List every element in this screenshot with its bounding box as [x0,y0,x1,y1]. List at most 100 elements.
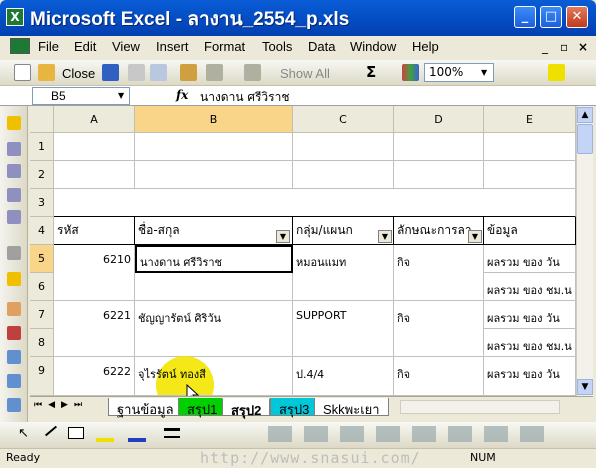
save-icon[interactable] [102,64,119,81]
cell-c1[interactable] [293,133,394,161]
menu-tools[interactable]: Tools [262,39,292,54]
menu-file[interactable]: File [38,39,59,54]
cell-name-2[interactable]: ชัญญารัตน์ ศิริวัน [135,301,293,357]
column-header-c[interactable]: C [293,106,394,133]
doc-close-button[interactable]: × [578,40,588,54]
print-icon[interactable] [128,64,145,81]
menu-format[interactable]: Format [204,39,245,54]
row-header-5[interactable]: 5 [30,245,54,273]
watch-window-icon[interactable] [7,374,21,388]
close-button[interactable]: Close [62,66,95,81]
column-header-b[interactable]: B [135,106,293,133]
format-painter-icon[interactable] [180,64,197,81]
clear-circles-icon[interactable] [7,350,21,364]
menu-view[interactable]: View [112,39,140,54]
print-preview-icon[interactable] [150,64,167,81]
row-header-6[interactable]: 6 [30,273,54,301]
filter-dropdown-name-icon[interactable]: ▼ [276,230,290,243]
autosum-icon[interactable]: Σ [366,63,376,81]
header-id[interactable]: รหัส [54,217,135,245]
remove-arrows-icon[interactable] [7,164,21,178]
close-window-button[interactable]: ✕ [566,6,588,28]
tab-summary2-active[interactable]: สรุป2 [222,398,271,418]
excel-app-icon[interactable]: X [6,8,24,26]
horizontal-scrollbar[interactable] [400,400,560,414]
warning-icon[interactable] [7,116,21,130]
trace-dependents-icon[interactable] [7,188,21,202]
column-header-e[interactable]: E [484,106,576,133]
spreadsheet-grid[interactable]: A B C D E 1 2 3 4 5 6 7 8 9 รหัส ชื่อ-สก… [30,106,576,396]
filter-dropdown-dept-icon[interactable]: ▼ [378,230,392,243]
cell-name-1-b[interactable] [135,273,293,301]
column-header-a[interactable]: A [54,106,135,133]
minimize-button[interactable]: _ [514,6,536,28]
cell-type-1[interactable]: กิจ [394,245,484,301]
cell-dept-2[interactable]: SUPPORT [293,301,394,357]
line-style-icon[interactable] [164,428,180,438]
menu-insert[interactable]: Insert [156,39,189,54]
evaluate-formula-icon[interactable] [7,398,21,412]
tab-skk-phayao[interactable]: Skkพะเยา [314,398,389,417]
new-icon[interactable] [14,64,31,81]
show-all-button[interactable]: Show All [280,66,330,81]
formula-input[interactable]: นางดาน ศรีวิราช [200,88,289,107]
redo-icon[interactable] [244,64,261,81]
row-header-3[interactable]: 3 [30,189,54,217]
cell-name-3[interactable]: จุไรรัตน์ ทองสี [135,357,293,396]
row-header-7[interactable]: 7 [30,301,54,329]
cell-id-1[interactable]: 6210 [54,245,135,301]
remove-dependents-icon[interactable] [7,210,21,224]
undo-icon[interactable] [206,64,223,81]
menu-data[interactable]: Data [308,39,335,54]
scroll-thumb[interactable] [577,124,593,154]
scroll-down-icon[interactable]: ▼ [577,379,593,395]
name-box[interactable]: B5 [32,87,130,105]
row-header-2[interactable]: 2 [30,161,54,189]
doc-minimize-button[interactable]: _ [542,40,548,54]
cell-type-3[interactable]: กิจ [394,357,484,396]
select-pointer-icon[interactable]: ↖ [18,426,29,441]
row-header-8[interactable]: 8 [30,329,54,357]
cell-info2-1[interactable]: ผลรวม ของ ชม.น [484,273,576,301]
cell-info-2[interactable]: ผลรวม ของ วัน [484,301,576,329]
chart-wizard-icon[interactable] [402,64,419,81]
scroll-up-icon[interactable]: ▲ [577,107,593,123]
fill-color-draw-icon[interactable] [96,426,114,442]
filter-dropdown-leave-icon[interactable]: ▼ [468,230,482,243]
cell-a2[interactable] [54,161,135,189]
fill-color-icon[interactable] [548,64,565,81]
picture-tools-icons[interactable] [268,426,568,442]
doc-restore-button[interactable]: ▫ [560,40,568,54]
workbook-icon[interactable] [10,38,30,54]
function-icon[interactable]: fx [176,88,188,102]
cell-name-1-selected[interactable]: นางดาน ศรีวิราช [135,245,293,273]
cell-e2[interactable] [484,161,576,189]
row-header-4[interactable]: 4 [30,217,54,245]
cell-b1[interactable] [135,133,293,161]
name-box-dropdown-icon[interactable]: ▼ [118,91,124,100]
cell-info2-2[interactable]: ผลรวม ของ ชม.น [484,329,576,357]
cell-row3[interactable] [54,189,576,217]
cell-a1[interactable] [54,133,135,161]
cell-dept-3[interactable]: ป.4/4 [293,357,394,396]
select-all-corner[interactable] [30,106,54,133]
column-header-d[interactable]: D [394,106,484,133]
header-name[interactable]: ชื่อ-สกุล [135,217,293,245]
row-header-9[interactable]: 9 [30,357,54,396]
cell-type-2[interactable]: กิจ [394,301,484,357]
tab-database[interactable]: ฐานข้อมูล [108,398,183,417]
maximize-button[interactable]: □ [540,6,562,28]
new-comment-icon[interactable] [7,302,21,316]
menu-edit[interactable]: Edit [74,39,96,54]
header-info[interactable]: ข้อมูล [484,217,576,245]
trace-error-icon[interactable] [7,272,21,286]
line-color-icon[interactable] [128,426,146,442]
cell-id-3[interactable]: 6222 [54,357,135,396]
rectangle-icon[interactable] [68,427,84,439]
tab-summary3[interactable]: สรุป3 [270,398,319,417]
tab-nav-arrows-icon[interactable]: ⏮◀▶⏭ [34,400,88,410]
cell-d2[interactable] [394,161,484,189]
menu-help[interactable]: Help [412,39,439,54]
tab-summary1[interactable]: สรุป1 [178,398,227,417]
row-header-1[interactable]: 1 [30,133,54,161]
